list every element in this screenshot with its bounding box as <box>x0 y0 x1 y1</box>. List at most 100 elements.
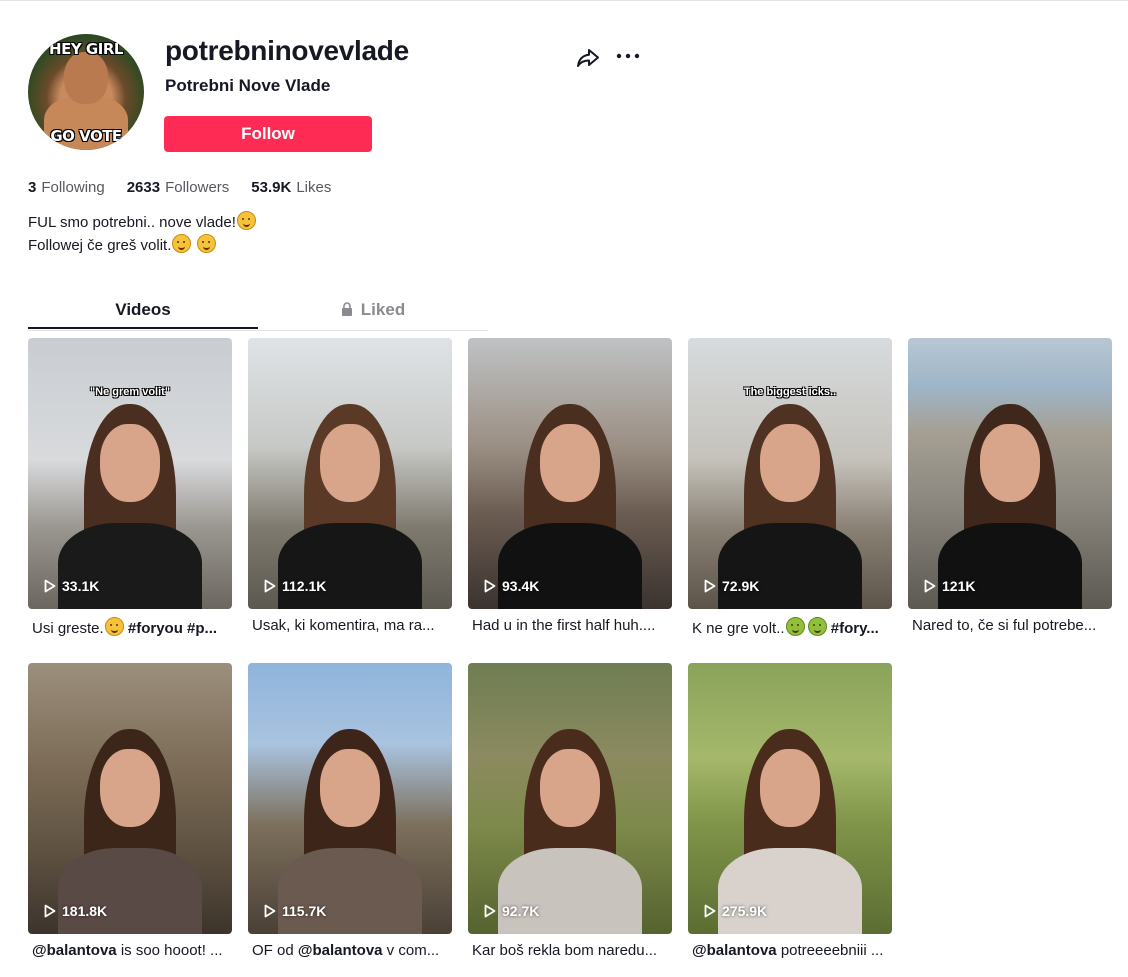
lock-icon <box>341 302 352 316</box>
person-face <box>760 749 820 827</box>
smirk-emoji-icon <box>236 211 256 230</box>
profile-tabs: Videos Liked <box>28 294 488 331</box>
video-card[interactable]: "Ne grem volit" 33.1K Usi greste. #foryou … <box>28 338 232 637</box>
following-count: 3 <box>28 179 37 196</box>
caption-mention-link[interactable]: @balantova <box>692 942 777 959</box>
person-body <box>718 523 862 609</box>
view-count-value: 92.7K <box>502 903 540 919</box>
bio-line: Followej če greš volit. <box>28 234 256 257</box>
view-count: 92.7K <box>484 903 539 919</box>
username: potrebninovevlade <box>165 35 409 66</box>
person-face <box>540 424 600 502</box>
likes-label: Likes <box>296 179 332 196</box>
caption-text: Usak, ki komentira, ma ra... <box>252 617 435 634</box>
video-thumbnail[interactable]: 112.1K <box>248 338 452 609</box>
video-card[interactable]: 93.4K Had u in the first half huh.... <box>468 338 672 634</box>
view-count-value: 72.9K <box>722 578 760 594</box>
tab-liked-label: Liked <box>360 300 406 319</box>
play-icon <box>44 579 56 593</box>
video-caption[interactable]: Had u in the first half huh.... <box>468 617 668 634</box>
avatar-caption-top: HEY GIRL <box>49 40 123 58</box>
caption-text: is soo hooot! ... <box>116 942 223 959</box>
caption-emoji-icon <box>807 617 827 636</box>
view-count-value: 112.1K <box>282 578 327 594</box>
video-caption[interactable]: Kar boš rekla bom naredu... <box>468 942 668 959</box>
video-thumbnail[interactable]: 115.7K <box>248 663 452 934</box>
person-body <box>278 848 422 934</box>
view-count: 275.9K <box>704 903 767 919</box>
view-count-value: 181.8K <box>62 903 108 919</box>
video-caption[interactable]: @balantova is soo hooot! ... <box>28 942 228 959</box>
view-count: 72.9K <box>704 578 759 594</box>
tab-liked[interactable]: Liked <box>258 294 488 328</box>
unamused-emoji-icon <box>172 234 192 253</box>
person-face <box>320 424 380 502</box>
person-body <box>938 523 1082 609</box>
video-caption[interactable]: OF od @balantova v com... <box>248 942 448 959</box>
person-body <box>58 523 202 609</box>
view-count-value: 93.4K <box>502 578 540 594</box>
display-name: Potrebni Nove Vlade <box>165 76 331 95</box>
view-count: 121K <box>924 578 975 594</box>
video-thumbnail[interactable]: 93.4K <box>468 338 672 609</box>
caption-mention-link[interactable]: @balantova <box>32 942 117 959</box>
video-overlay-text: "Ne grem volit" <box>89 386 171 398</box>
person-body <box>498 848 642 934</box>
play-icon <box>484 579 496 593</box>
person-face <box>540 749 600 827</box>
caption-mention-link[interactable]: @balantova <box>298 942 383 959</box>
video-caption[interactable]: @balantova potreeeebniii ... <box>688 942 888 959</box>
video-caption[interactable]: Nared to, če si ful potrebe... <box>908 617 1108 634</box>
caption-text: potreeeebniii ... <box>776 942 884 959</box>
share-icon[interactable] <box>574 44 602 72</box>
person-body <box>278 523 422 609</box>
video-caption[interactable]: K ne gre volt.. #fory... <box>688 617 888 637</box>
video-card[interactable]: 181.8K @balantova is soo hooot! ... <box>28 663 232 959</box>
view-count-value: 33.1K <box>62 578 100 594</box>
video-thumbnail[interactable]: "Ne grem volit" 33.1K <box>28 338 232 609</box>
video-card[interactable]: The biggest icks.. 72.9K K ne gre volt.. #… <box>688 338 892 637</box>
more-options-icon[interactable] <box>614 44 642 72</box>
view-count: 93.4K <box>484 578 539 594</box>
follow-button[interactable]: Follow <box>164 116 372 152</box>
play-icon <box>484 904 496 918</box>
video-card[interactable]: 275.9K @balantova potreeeebniii ... <box>688 663 892 959</box>
followers-stat[interactable]: 2633 Followers <box>127 179 230 196</box>
video-caption[interactable]: Usi greste. #foryou #p... <box>28 617 228 637</box>
following-stat[interactable]: 3 Following <box>28 179 105 196</box>
play-icon <box>704 579 716 593</box>
caption-text: Had u in the first half huh.... <box>472 617 656 634</box>
caption-text: Kar boš rekla bom naredu... <box>472 942 658 959</box>
following-label: Following <box>41 179 105 196</box>
video-card[interactable]: 92.7K Kar boš rekla bom naredu... <box>468 663 672 959</box>
view-count-value: 275.9K <box>722 903 768 919</box>
video-thumbnail[interactable]: The biggest icks.. 72.9K <box>688 338 892 609</box>
caption-hashtag-link[interactable]: #fory... <box>827 620 879 637</box>
avatar[interactable]: HEY GIRL GO VOTE <box>28 34 144 150</box>
profile-stats: 3 Following 2633 Followers 53.9K Likes <box>28 179 331 196</box>
active-tab-indicator <box>28 327 258 329</box>
followers-count: 2633 <box>126 179 161 196</box>
person-face <box>980 424 1040 502</box>
view-count: 112.1K <box>264 578 326 594</box>
video-card[interactable]: 121K Nared to, če si ful potrebe... <box>908 338 1112 634</box>
video-thumbnail[interactable]: 92.7K <box>468 663 672 934</box>
person-face <box>100 749 160 827</box>
video-card[interactable]: 115.7K OF od @balantova v com... <box>248 663 452 959</box>
tab-videos-label: Videos <box>115 300 171 319</box>
person-body <box>498 523 642 609</box>
bio-line-2: Followej če greš volit. <box>28 237 172 254</box>
video-thumbnail[interactable]: 275.9K <box>688 663 892 934</box>
view-count: 33.1K <box>44 578 99 594</box>
video-caption[interactable]: Usak, ki komentira, ma ra... <box>248 617 448 634</box>
caption-hashtag-link[interactable]: #foryou #p... <box>124 620 217 637</box>
likes-stat: 53.9K Likes <box>251 179 331 196</box>
view-count: 181.8K <box>44 903 107 919</box>
caption-text: v com... <box>382 942 440 959</box>
video-thumbnail[interactable]: 121K <box>908 338 1112 609</box>
tab-videos[interactable]: Videos <box>28 294 258 328</box>
video-thumbnail[interactable]: 181.8K <box>28 663 232 934</box>
avatar-caption-bottom: GO VOTE <box>50 127 122 145</box>
person-face <box>100 424 160 502</box>
video-card[interactable]: 112.1K Usak, ki komentira, ma ra... <box>248 338 452 634</box>
